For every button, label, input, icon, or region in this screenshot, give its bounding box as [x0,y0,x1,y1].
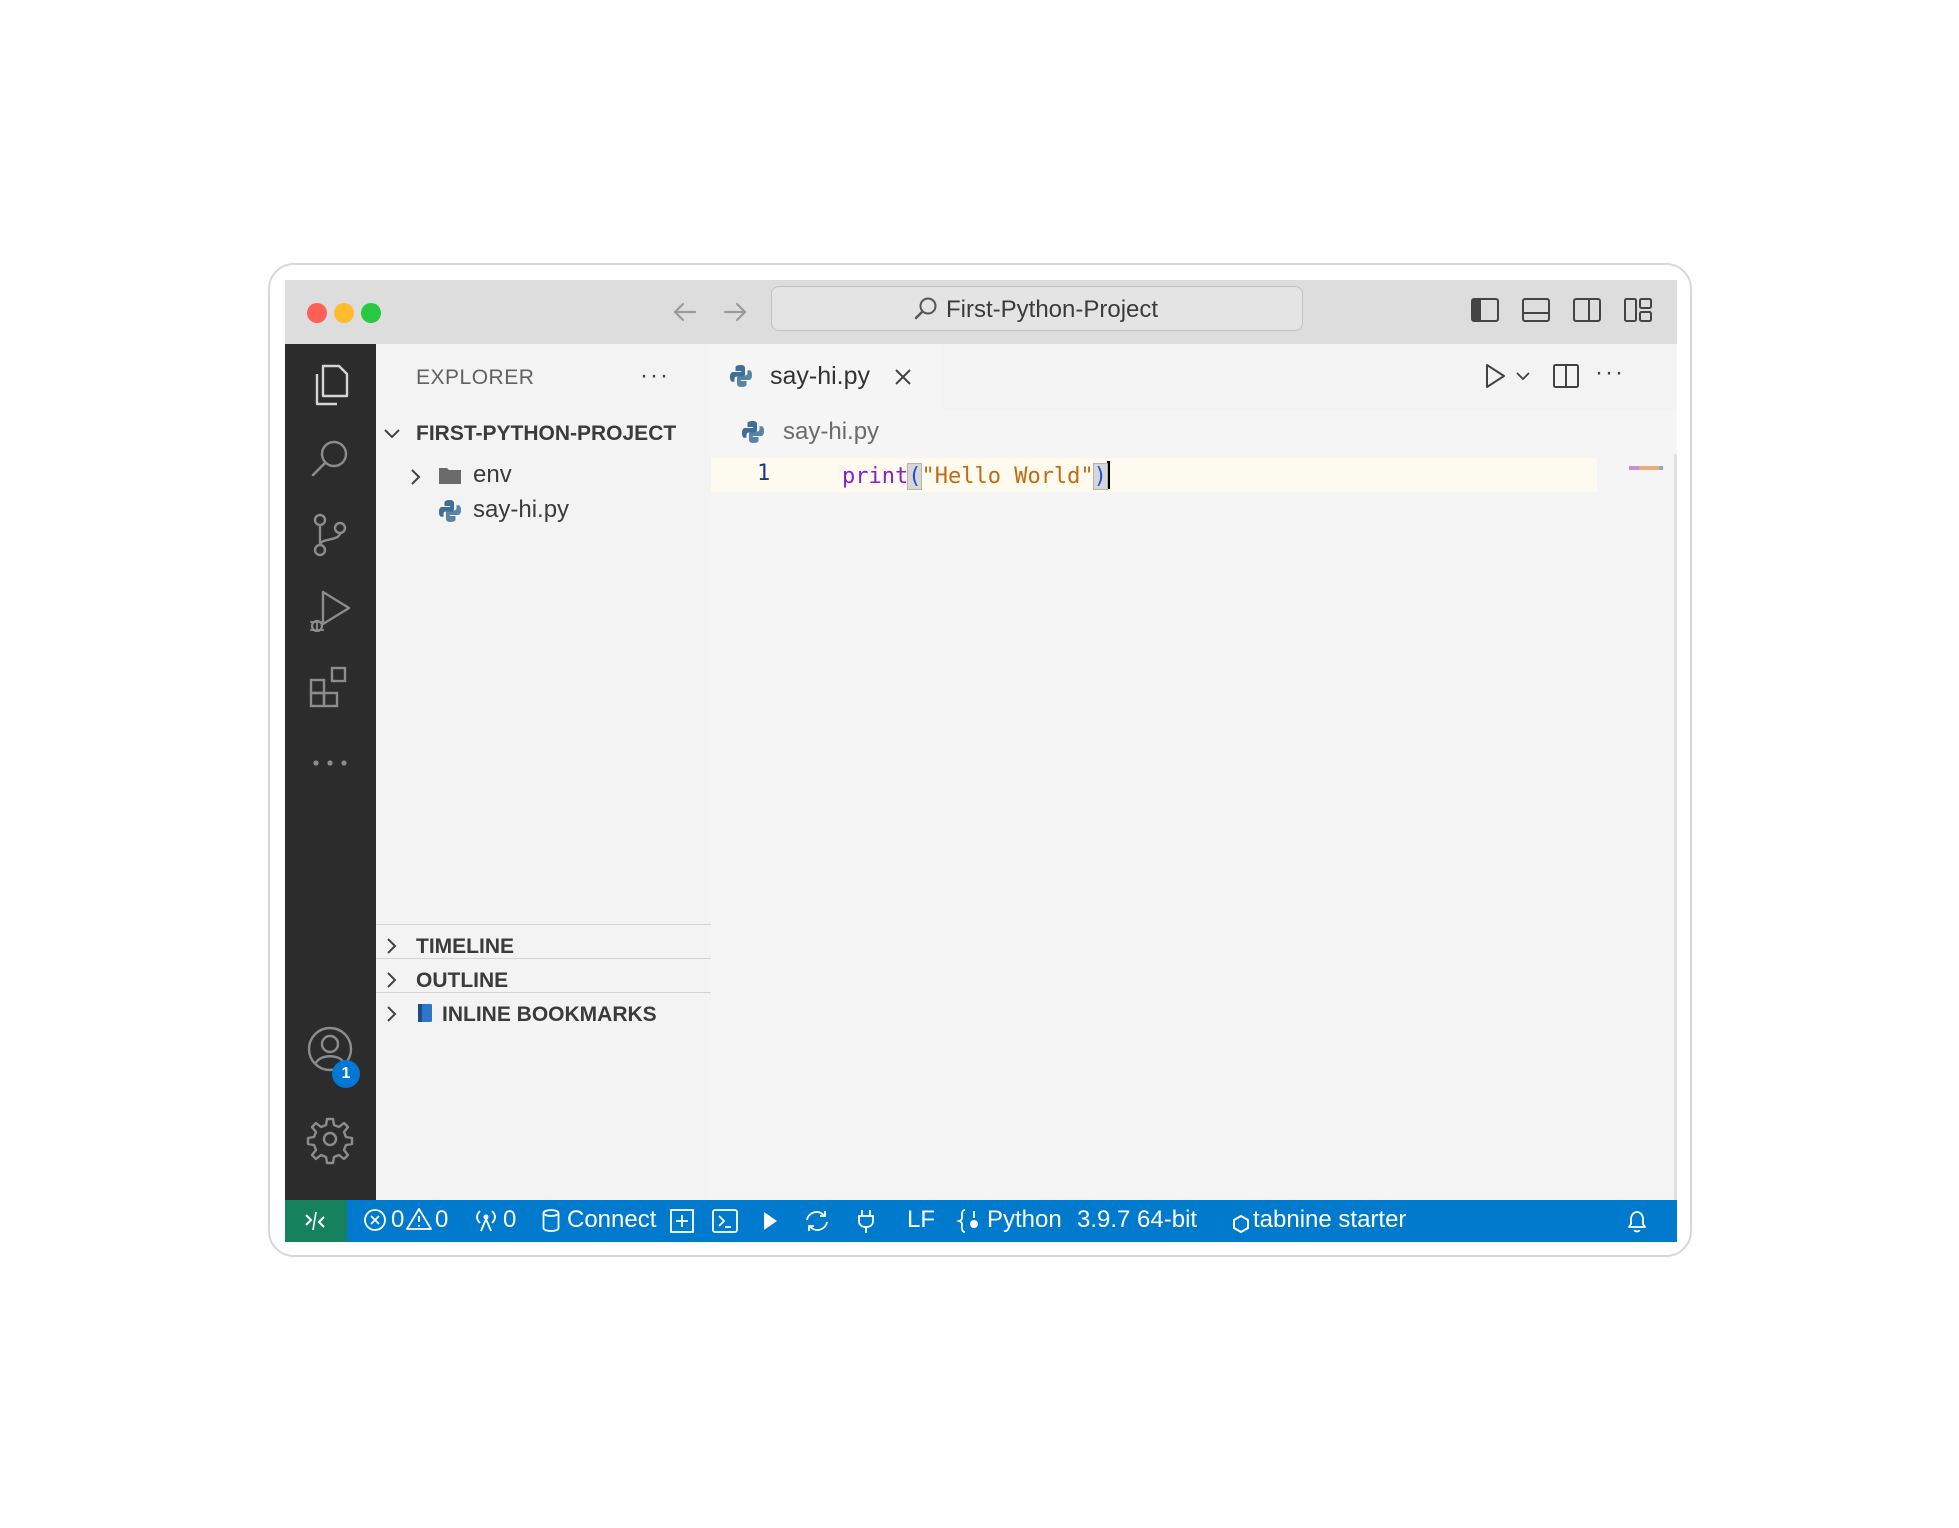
toggle-panel-icon[interactable] [1520,294,1552,326]
run-and-debug-icon[interactable] [305,586,355,636]
activity-bar: 1 [285,344,376,1200]
connect-label: Connect [567,1206,657,1233]
eol-indicator[interactable]: LF [907,1206,935,1234]
warning-count: 0 [435,1206,449,1233]
section-title: INLINE BOOKMARKS [442,1003,657,1026]
more-views-icon[interactable] [305,738,355,788]
code-paren-close: ) [1092,463,1108,490]
tab-say-hi-py[interactable]: say-hi.py [711,344,943,410]
line-number: 1 [757,461,771,486]
tabnine-label: tabnine starter [1253,1206,1407,1233]
terminal-icon[interactable] [711,1208,739,1241]
code-string: "Hello World" [921,464,1094,489]
database-icon [541,1208,561,1241]
status-bar: 0 0 0 Connect LF Python 3.9.7 64-bit tab… [285,1200,1677,1242]
error-icon [363,1208,387,1239]
command-center-label: First-Python-Project [946,296,1159,323]
editor-more-actions[interactable]: ··· [1595,359,1625,387]
add-box-icon[interactable] [669,1208,695,1241]
extensions-icon[interactable] [305,662,355,712]
accounts-badge: 1 [332,1060,360,1088]
chevron-right-icon[interactable] [406,467,426,487]
notifications-bell-icon[interactable] [1625,1208,1649,1241]
remote-indicator[interactable] [285,1200,347,1242]
close-window-button[interactable] [307,303,327,323]
inline-bookmarks-section[interactable]: INLINE BOOKMARKS [376,992,711,1035]
bookmark-book-icon [416,1003,434,1028]
command-center-search[interactable]: First-Python-Project [771,286,1303,331]
python-file-icon [741,420,765,449]
search-icon [912,295,940,328]
python-file-icon [729,364,753,393]
chevron-right-icon [382,936,402,956]
split-editor-icon[interactable] [1551,361,1581,396]
sync-icon[interactable] [803,1208,831,1241]
chevron-down-icon[interactable] [382,424,402,444]
chevron-down-icon[interactable] [1515,368,1531,389]
tab-label: say-hi.py [770,362,871,390]
explorer-files-icon[interactable] [305,360,355,410]
customize-layout-icon[interactable] [1622,294,1654,326]
code-keyword: print [842,464,909,489]
editor-tab-bar: say-hi.py ··· [711,344,1677,410]
forward-arrow-icon[interactable] [717,294,753,330]
code-editor[interactable]: say-hi.py 1 print("Hello World") [711,410,1677,1200]
folder-icon [438,465,462,490]
maximize-window-button[interactable] [361,303,381,323]
toggle-primary-sidebar-icon[interactable] [1469,294,1501,326]
minimap[interactable] [1629,466,1663,470]
braces-icon [956,1208,983,1241]
run-python-file-icon[interactable] [1479,361,1509,396]
explorer-sidebar: EXPLORER ··· FIRST-PYTHON-PROJECT env sa… [376,344,711,1200]
source-control-icon[interactable] [305,510,355,560]
broadcast-icon [473,1207,499,1240]
ports-count: 0 [503,1206,517,1233]
title-bar: First-Python-Project [285,280,1677,344]
tree-item-label: say-hi.py [473,496,570,523]
tree-item-label: env [473,461,512,488]
vscode-window: First-Python-Project 1 EXPLORER ··· FIRS… [285,280,1677,1242]
error-count: 0 [391,1206,405,1233]
tabnine-icon [1233,1212,1249,1240]
plug-icon[interactable] [855,1208,877,1241]
text-cursor [1106,461,1110,489]
python-file-icon [438,499,462,528]
vertical-scrollbar-track[interactable] [1674,454,1677,1200]
settings-gear-icon[interactable] [305,1114,355,1165]
run-play-icon[interactable] [761,1210,779,1239]
breadcrumb[interactable]: say-hi.py [783,418,879,446]
section-title: OUTLINE [416,969,509,992]
chevron-right-icon [382,970,402,990]
remote-icon [305,1211,325,1231]
search-icon[interactable] [305,434,355,484]
close-icon[interactable] [893,367,913,392]
explorer-title: EXPLORER [416,366,535,389]
python-interpreter[interactable]: 3.9.7 64-bit [1077,1206,1197,1234]
code-paren-open: ( [907,463,923,490]
section-title: TIMELINE [416,935,514,958]
language-label: Python [987,1206,1062,1233]
toggle-secondary-sidebar-icon[interactable] [1571,294,1603,326]
project-folder-header[interactable]: FIRST-PYTHON-PROJECT [416,422,676,446]
minimize-window-button[interactable] [334,303,354,323]
chevron-right-icon [382,1004,402,1024]
warning-icon [406,1207,432,1238]
code-line[interactable]: print("Hello World") [842,461,1110,490]
back-arrow-icon[interactable] [667,294,703,330]
explorer-more-actions[interactable]: ··· [640,362,670,390]
